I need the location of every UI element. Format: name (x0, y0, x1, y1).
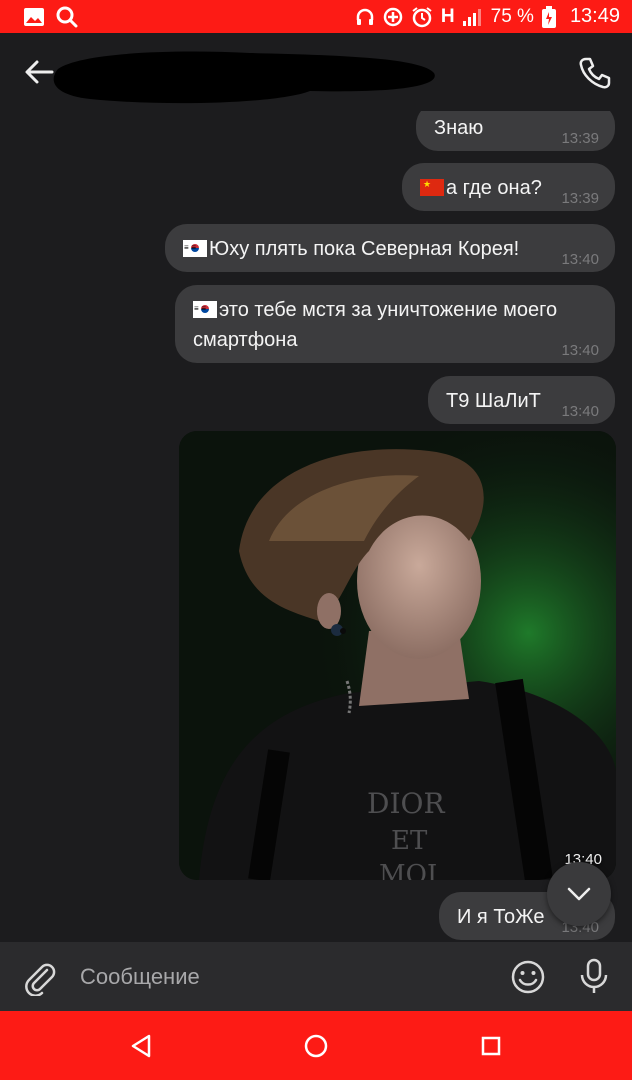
gallery-icon (24, 7, 44, 26)
message-bubble[interactable]: Т9 ШаЛиТ 13:40 (428, 376, 615, 424)
message-bubble[interactable]: а где она? 13:39 (402, 163, 615, 211)
photo-message[interactable]: DIOR ET MOI 13:40 (179, 431, 616, 880)
emoji-button[interactable] (510, 959, 546, 995)
network-type-label: H (440, 5, 455, 27)
shirt-text-line: ET (391, 826, 428, 856)
chat-header (0, 33, 632, 111)
nav-recents-button[interactable] (480, 1035, 502, 1057)
message-input[interactable] (80, 958, 480, 996)
south-korea-flag-icon (193, 301, 217, 318)
microphone-icon (580, 958, 608, 993)
chevron-down-icon (567, 887, 591, 901)
message-time: 13:39 (561, 190, 599, 207)
message-text: а где она? (446, 177, 542, 199)
battery-percent: 75 % (490, 5, 534, 27)
message-bubble[interactable]: это тебе мстя за уничтожение моего смарт… (175, 285, 615, 363)
attach-button[interactable] (22, 960, 58, 997)
compose-bar (0, 942, 632, 1011)
message-time: 13:40 (561, 403, 599, 420)
message-list[interactable]: Знаю 13:39 а где она? 13:39 Юху плять по… (0, 111, 632, 942)
message-bubble[interactable]: Юху плять пока Северная Корея! 13:40 (165, 224, 615, 272)
message-text: Юху плять пока Северная Корея! (209, 238, 520, 260)
contact-name-redacted (53, 51, 435, 104)
south-korea-flag-icon (183, 240, 207, 257)
circle-home-icon (304, 1034, 328, 1058)
scroll-to-bottom-button[interactable] (547, 862, 611, 926)
shirt-text-line: DIOR (367, 787, 445, 820)
system-nav-bar (0, 1011, 632, 1080)
alarm-icon (411, 6, 433, 28)
data-saver-icon (383, 7, 403, 27)
status-time: 13:49 (569, 5, 620, 27)
smiley-icon (511, 960, 545, 994)
phone-icon (579, 57, 611, 89)
message-bubble[interactable]: Знаю 13:39 (416, 111, 615, 151)
square-recents-icon (481, 1036, 501, 1056)
shirt-text-line: MOI (379, 860, 437, 880)
message-time: 13:40 (561, 342, 599, 359)
status-bar: H 75 % 13:49 (0, 0, 632, 33)
battery-charging-icon (541, 5, 556, 28)
message-text: это тебе мстя за уничтожение моего смарт… (193, 299, 558, 351)
paperclip-icon (25, 963, 56, 997)
nav-home-button[interactable] (303, 1033, 329, 1059)
signal-icon (462, 8, 483, 26)
nav-back-button[interactable] (127, 1033, 155, 1059)
message-time: 13:39 (561, 130, 599, 147)
voice-message-button[interactable] (576, 957, 612, 995)
photo-image: DIOR ET MOI (179, 431, 616, 880)
search-icon (56, 6, 78, 28)
china-flag-icon (420, 179, 444, 196)
call-button[interactable] (576, 55, 612, 91)
triangle-back-icon (131, 1034, 151, 1058)
headphones-icon (355, 7, 375, 27)
message-time: 13:40 (561, 251, 599, 268)
